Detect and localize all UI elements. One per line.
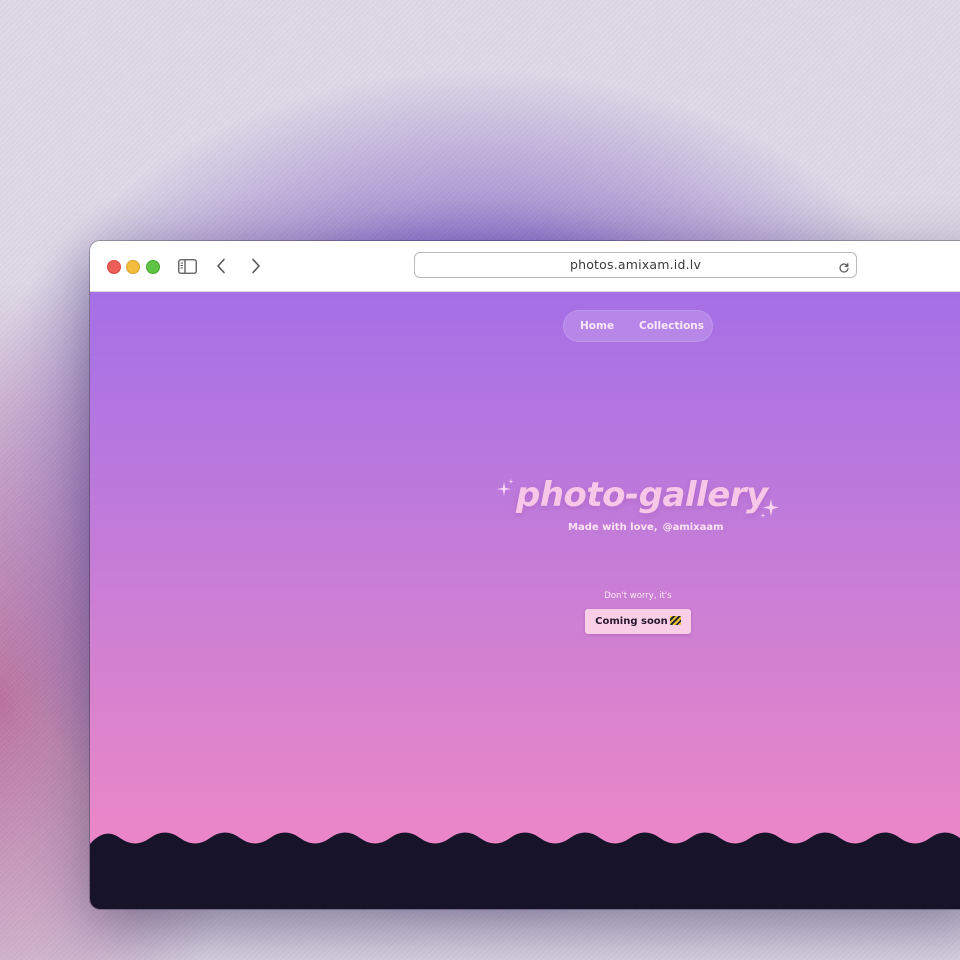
nav-link-home[interactable]: Home xyxy=(580,311,614,341)
forward-icon[interactable] xyxy=(245,256,267,276)
browser-window: photos.amixam.id.lv Home Collections pho… xyxy=(90,241,960,909)
minimize-icon[interactable] xyxy=(126,260,140,274)
close-icon[interactable] xyxy=(107,260,121,274)
browser-toolbar: photos.amixam.id.lv xyxy=(90,241,960,292)
sparkle-icon xyxy=(497,479,514,496)
page-subtitle: Made with love, @amixaam xyxy=(568,522,768,533)
sparkle-icon xyxy=(760,499,779,518)
top-nav: Home Collections xyxy=(563,310,713,342)
reload-icon[interactable] xyxy=(838,259,850,273)
zoom-icon[interactable] xyxy=(146,260,160,274)
address-bar-url[interactable]: photos.amixam.id.lv xyxy=(415,253,856,277)
construction-icon xyxy=(669,615,681,625)
author-handle-link[interactable]: @amixaam xyxy=(663,522,724,533)
subtitle-text: Made with love, xyxy=(568,522,658,533)
coming-soon-note: Don't worry, it's xyxy=(604,591,672,601)
coming-soon-badge: Coming soon xyxy=(585,609,691,634)
page-title: photo-gallery xyxy=(516,475,768,515)
sidebar-icon[interactable] xyxy=(176,256,198,276)
page-content: Home Collections photo-gallery Made with… xyxy=(90,292,960,909)
address-bar[interactable]: photos.amixam.id.lv xyxy=(414,252,857,278)
wavy-footer xyxy=(90,832,960,909)
coming-soon-label: Coming soon xyxy=(595,616,668,627)
back-icon[interactable] xyxy=(210,256,232,276)
nav-link-collections[interactable]: Collections xyxy=(639,311,704,341)
